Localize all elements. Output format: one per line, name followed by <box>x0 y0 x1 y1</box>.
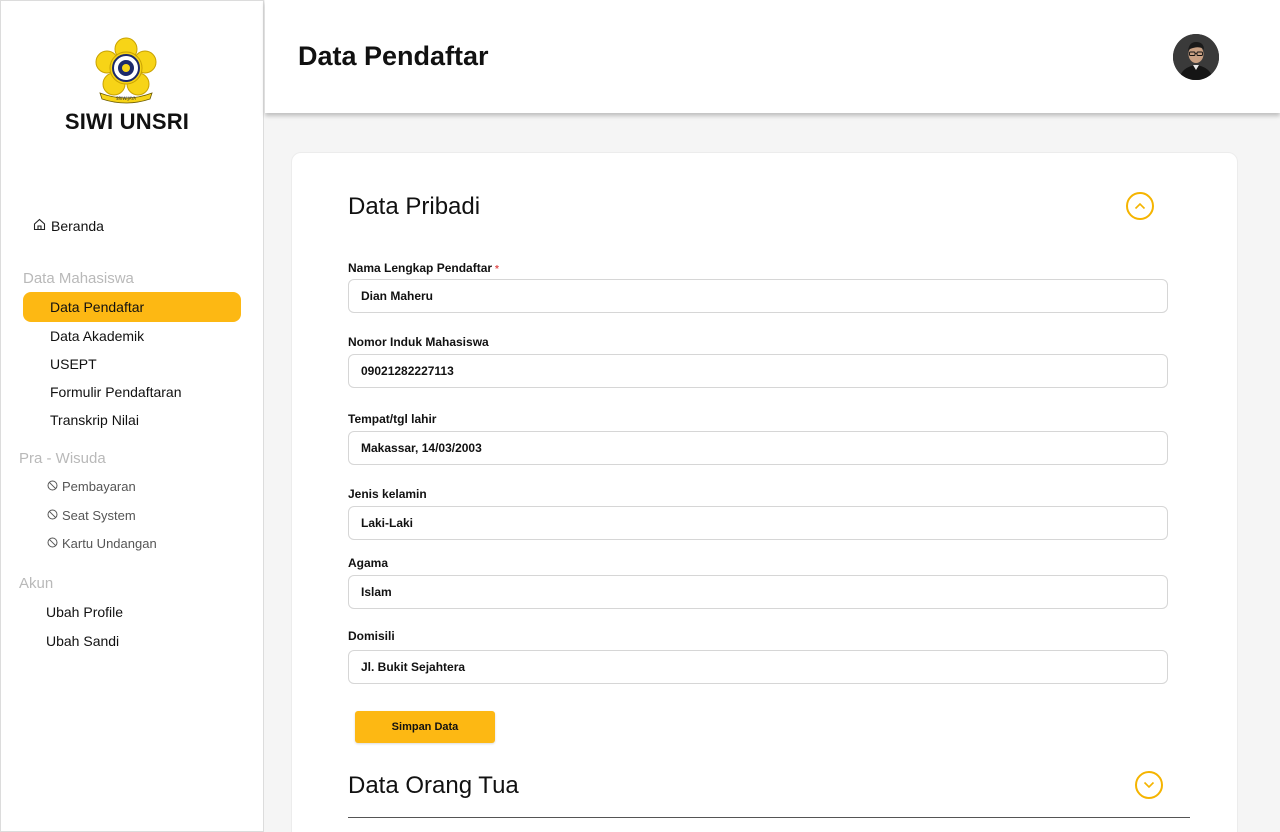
brand-name: SIWI UNSRI <box>64 109 190 134</box>
save-button[interactable]: Simpan Data <box>355 711 495 743</box>
nim-input[interactable] <box>348 354 1168 388</box>
section-title-data-pribadi: Data Pribadi <box>348 193 481 220</box>
sidebar-item-usept[interactable]: USEPT <box>50 356 97 372</box>
svg-text:SRIWIJAYA: SRIWIJAYA <box>116 96 136 101</box>
chevron-up-icon <box>1134 202 1146 210</box>
sidebar-section-data-mahasiswa: Data Mahasiswa <box>23 270 134 287</box>
sidebar-section-pra-wisuda: Pra - Wisuda <box>19 450 106 467</box>
sidebar-item-beranda[interactable]: Beranda <box>33 218 104 234</box>
required-marker: * <box>495 264 499 275</box>
sidebar-item-label: Data Pendaftar <box>50 299 145 315</box>
expand-data-orang-tua-button[interactable] <box>1135 771 1163 799</box>
disabled-icon <box>47 508 58 523</box>
tempat-tgl-lahir-input[interactable] <box>348 431 1168 465</box>
sidebar-item-ubah-profile[interactable]: Ubah Profile <box>46 604 123 620</box>
sidebar-item-data-pendaftar[interactable]: Data Pendaftar <box>23 292 241 322</box>
field-label-nim: Nomor Induk Mahasiswa <box>348 335 489 349</box>
sidebar-item-pembayaran[interactable]: Pembayaran <box>47 479 136 494</box>
field-label-domisili: Domisili <box>348 629 395 643</box>
disabled-icon <box>47 536 58 551</box>
sidebar-item-formulir-pendaftaran[interactable]: Formulir Pendaftaran <box>50 384 182 400</box>
sidebar-item-label: Data Akademik <box>50 328 145 344</box>
university-logo: SRIWIJAYA <box>94 37 158 105</box>
section-title-data-orang-tua: Data Orang Tua <box>348 772 519 799</box>
sidebar-item-label: Kartu Undangan <box>62 536 157 551</box>
agama-input[interactable] <box>348 575 1168 609</box>
sidebar-item-ubah-sandi[interactable]: Ubah Sandi <box>46 633 119 649</box>
field-label-tempat-tgl-lahir: Tempat/tgl lahir <box>348 412 437 426</box>
sidebar-item-transkrip-nilai[interactable]: Transkrip Nilai <box>50 412 139 428</box>
sidebar-item-label: Ubah Sandi <box>46 633 120 649</box>
sidebar-item-label: Formulir Pendaftaran <box>50 384 182 400</box>
sidebar: SRIWIJAYA SIWI UNSRI Beranda Data Mahasi… <box>0 0 264 832</box>
sidebar-item-kartu-undangan[interactable]: Kartu Undangan <box>47 536 157 551</box>
domisili-input[interactable] <box>348 650 1168 684</box>
sidebar-item-label: USEPT <box>50 356 97 372</box>
disabled-icon <box>47 479 58 494</box>
sidebar-item-label: Beranda <box>51 218 104 234</box>
sidebar-item-label: Transkrip Nilai <box>50 412 139 428</box>
page-title: Data Pendaftar <box>298 41 489 71</box>
sidebar-item-seat-system[interactable]: Seat System <box>47 508 136 523</box>
chevron-down-icon <box>1143 781 1155 789</box>
form-card: Data Pribadi Nama Lengkap Pendaftar* Nom… <box>291 152 1238 832</box>
sidebar-item-label: Seat System <box>62 508 136 523</box>
field-label-nama: Nama Lengkap Pendaftar * <box>348 261 499 275</box>
section-divider <box>348 817 1190 818</box>
field-label-jenis-kelamin: Jenis kelamin <box>348 487 427 501</box>
sidebar-item-label: Pembayaran <box>62 479 136 494</box>
field-label-text: Nama Lengkap Pendaftar <box>348 261 493 275</box>
collapse-data-pribadi-button[interactable] <box>1126 192 1154 220</box>
user-avatar[interactable] <box>1173 34 1219 80</box>
sidebar-item-label: Ubah Profile <box>46 604 124 620</box>
sidebar-section-akun: Akun <box>19 575 54 592</box>
nama-lengkap-input[interactable] <box>348 279 1168 313</box>
top-header: Data Pendaftar <box>265 0 1280 113</box>
jenis-kelamin-input[interactable] <box>348 506 1168 540</box>
home-icon <box>33 218 46 234</box>
field-label-agama: Agama <box>348 556 389 570</box>
sidebar-item-data-akademik[interactable]: Data Akademik <box>50 328 144 344</box>
